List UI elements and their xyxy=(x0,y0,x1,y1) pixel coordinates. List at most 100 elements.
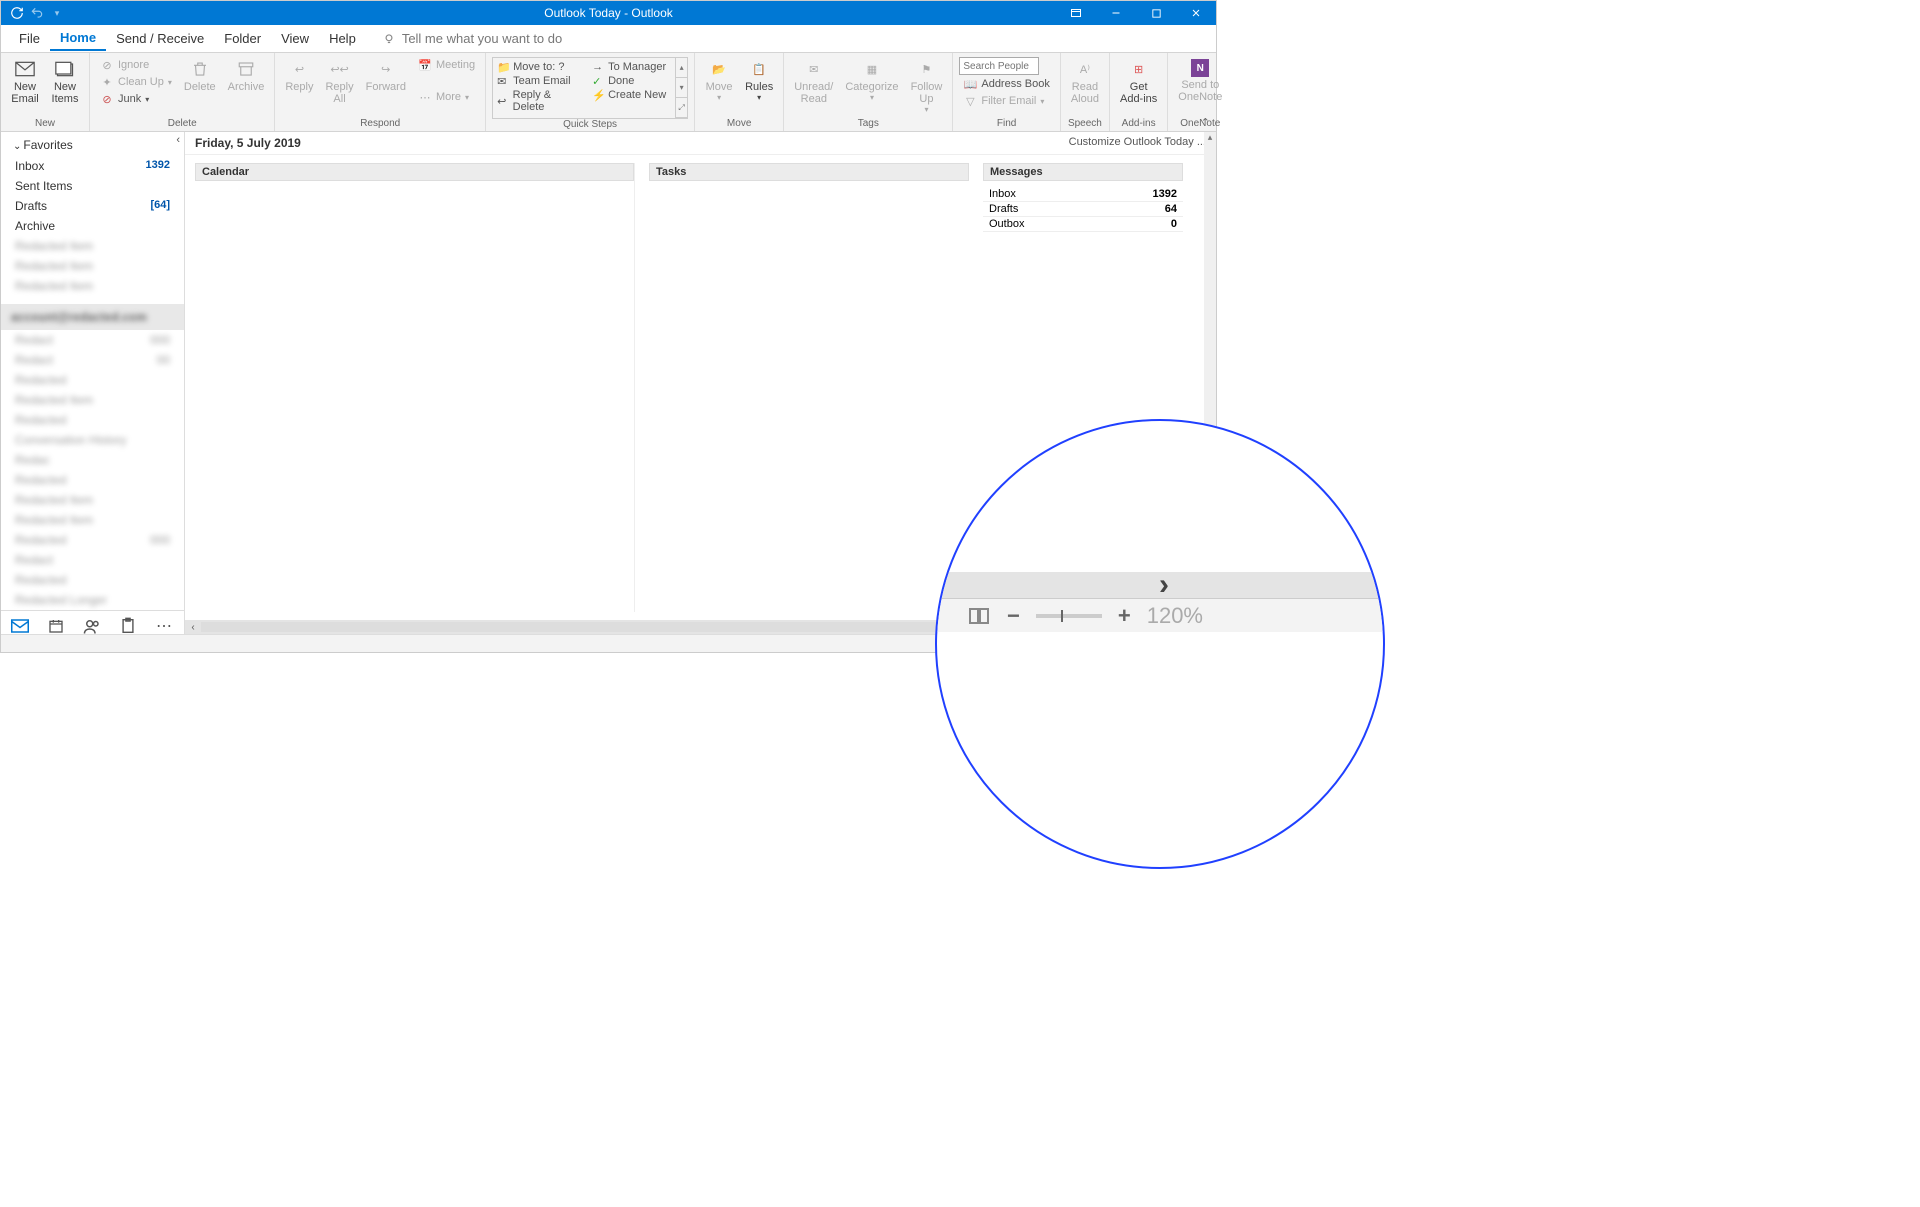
ribbon-group-delete: ⊘Ignore ✦Clean Up▾ ⊘Junk▾ Delete Archive… xyxy=(90,53,275,131)
favorites-header[interactable]: Favorites xyxy=(1,132,184,156)
ribbon-group-find: 📖Address Book ▽Filter Email▾ Find xyxy=(953,53,1060,131)
new-items-icon xyxy=(55,59,75,79)
zoom-level[interactable]: 120% xyxy=(1147,603,1203,629)
qs-create-new[interactable]: ⚡Create New xyxy=(590,88,680,102)
meeting-button[interactable]: 📅Meeting xyxy=(414,57,479,73)
zoom-slider[interactable] xyxy=(1036,614,1102,618)
reading-view-icon[interactable] xyxy=(967,604,991,628)
ribbon-collapse-button[interactable]: ⌃ xyxy=(1201,116,1210,129)
mag-scroll-right-icon[interactable]: › xyxy=(1159,568,1169,602)
folder-inbox[interactable]: Inbox1392 xyxy=(1,156,184,176)
filter-icon: ▽ xyxy=(963,94,977,108)
account-header[interactable]: account@redacted.com xyxy=(1,304,184,330)
group-label-find: Find xyxy=(959,118,1053,131)
new-items-button[interactable]: New Items xyxy=(47,57,83,107)
sync-icon[interactable] xyxy=(9,5,25,21)
zoom-out-button[interactable]: − xyxy=(1001,603,1026,629)
search-people-input[interactable] xyxy=(959,57,1039,75)
ribbon-group-speech: A⁾Read Aloud Speech xyxy=(1061,53,1110,131)
rules-button[interactable]: 📋Rules▾ xyxy=(741,57,777,104)
magnifier-overlay: ⌄ › − + 120% xyxy=(935,419,1385,869)
group-label-tags: Tags xyxy=(790,118,946,131)
zoom-in-button[interactable]: + xyxy=(1112,603,1137,629)
folder-sent-items[interactable]: Sent Items xyxy=(1,176,184,196)
tab-folder[interactable]: Folder xyxy=(214,27,271,50)
address-book-button[interactable]: 📖Address Book xyxy=(959,76,1053,92)
folder-redacted: Redact000 xyxy=(1,330,184,350)
qs-team-email[interactable]: ✉Team Email xyxy=(495,74,585,88)
reply-all-button[interactable]: ↩↩Reply All xyxy=(321,57,357,107)
reply-icon: ↩ xyxy=(289,59,309,79)
nav-calendar-icon[interactable] xyxy=(47,617,65,635)
address-book-icon: 📖 xyxy=(963,77,977,91)
more-icon: ⋯ xyxy=(418,90,432,104)
nav-tasks-icon[interactable] xyxy=(119,617,137,635)
tab-view[interactable]: View xyxy=(271,27,319,50)
qat-dropdown-icon[interactable]: ▾ xyxy=(49,5,65,21)
messages-row-drafts[interactable]: Drafts64 xyxy=(983,202,1183,217)
folder-archive[interactable]: Archive xyxy=(1,216,184,236)
broom-icon: ✦ xyxy=(100,75,114,89)
send-to-onenote-button[interactable]: NSend to OneNote xyxy=(1174,57,1226,105)
tab-home[interactable]: Home xyxy=(50,26,106,51)
folder-redacted: Redac xyxy=(1,450,184,470)
tab-help[interactable]: Help xyxy=(319,27,366,50)
filter-email-button[interactable]: ▽Filter Email▾ xyxy=(959,93,1053,109)
ribbon-group-respond: ↩Reply ↩↩Reply All ↪Forward 📅Meeting ⋯Mo… xyxy=(275,53,486,131)
followup-button[interactable]: ⚑Follow Up▾ xyxy=(907,57,947,116)
nav-mail-icon[interactable] xyxy=(11,617,29,635)
tab-file[interactable]: File xyxy=(9,27,50,50)
junk-button[interactable]: ⊘Junk▾ xyxy=(96,91,176,107)
messages-row-inbox[interactable]: Inbox1392 xyxy=(983,187,1183,202)
nav-more-icon[interactable]: ⋯ xyxy=(155,617,173,635)
unread-button[interactable]: ✉Unread/ Read xyxy=(790,57,837,107)
more-respond-button[interactable]: ⋯More▾ xyxy=(414,89,479,105)
categorize-button[interactable]: ▦Categorize▾ xyxy=(841,57,902,104)
tab-send-receive[interactable]: Send / Receive xyxy=(106,27,214,50)
read-aloud-button[interactable]: A⁾Read Aloud xyxy=(1067,57,1103,107)
folder-drafts[interactable]: Drafts[64] xyxy=(1,196,184,216)
ribbon-group-quicksteps: 📁Move to: ? ✉Team Email ↩Reply & Delete … xyxy=(486,53,695,131)
read-aloud-icon: A⁾ xyxy=(1075,59,1095,79)
calendar-heading: Calendar xyxy=(195,163,634,181)
customize-link[interactable]: Customize Outlook Today ... xyxy=(1069,136,1206,150)
junk-icon: ⊘ xyxy=(100,92,114,106)
forward-button[interactable]: ↪Forward xyxy=(362,57,410,95)
calendar-icon: 📅 xyxy=(418,58,432,72)
close-button[interactable] xyxy=(1176,1,1216,25)
ribbon-display-icon[interactable] xyxy=(1056,1,1096,25)
nav-people-icon[interactable] xyxy=(83,617,101,635)
folder-redacted: Redacted000 xyxy=(1,530,184,550)
move-folder-icon: 📂 xyxy=(709,59,729,79)
mag-hscroll[interactable]: › xyxy=(937,572,1383,598)
undo-icon[interactable] xyxy=(29,5,45,21)
archive-button[interactable]: Archive xyxy=(224,57,269,95)
qs-reply-delete[interactable]: ↩Reply & Delete xyxy=(495,88,585,114)
minimize-button[interactable] xyxy=(1096,1,1136,25)
get-addins-button[interactable]: ⊞Get Add-ins xyxy=(1116,57,1161,107)
reply-button[interactable]: ↩Reply xyxy=(281,57,317,95)
mag-status-bar: − + 120% xyxy=(937,598,1383,632)
qs-done[interactable]: ✓Done xyxy=(590,74,680,88)
group-label-new: New xyxy=(7,118,83,131)
qs-scroll[interactable]: ▴▾⤢ xyxy=(675,58,687,118)
folder-redacted: Redacted Item xyxy=(1,490,184,510)
qs-to-manager[interactable]: →To Manager xyxy=(590,60,680,74)
ignore-button[interactable]: ⊘Ignore xyxy=(96,57,176,73)
qs-move-to[interactable]: 📁Move to: ? xyxy=(495,60,585,74)
quick-access-toolbar: ▾ xyxy=(1,5,65,21)
tell-me-search[interactable]: Tell me what you want to do xyxy=(382,31,562,46)
move-button[interactable]: 📂Move▾ xyxy=(701,57,737,104)
delete-button[interactable]: Delete xyxy=(180,57,220,95)
folder-redacted: Redact00 xyxy=(1,350,184,370)
trash-icon xyxy=(190,59,210,79)
cleanup-button[interactable]: ✦Clean Up▾ xyxy=(96,74,176,90)
new-email-button[interactable]: New Email xyxy=(7,57,43,107)
maximize-button[interactable] xyxy=(1136,1,1176,25)
ribbon-group-addins: ⊞Get Add-ins Add-ins xyxy=(1110,53,1168,131)
folder-pane-collapse[interactable]: ‹ xyxy=(176,134,180,146)
messages-row-outbox[interactable]: Outbox0 xyxy=(983,217,1183,232)
scroll-left-icon[interactable]: ‹ xyxy=(185,622,201,633)
quicksteps-gallery[interactable]: 📁Move to: ? ✉Team Email ↩Reply & Delete … xyxy=(492,57,688,119)
today-date: Friday, 5 July 2019 xyxy=(195,136,301,150)
